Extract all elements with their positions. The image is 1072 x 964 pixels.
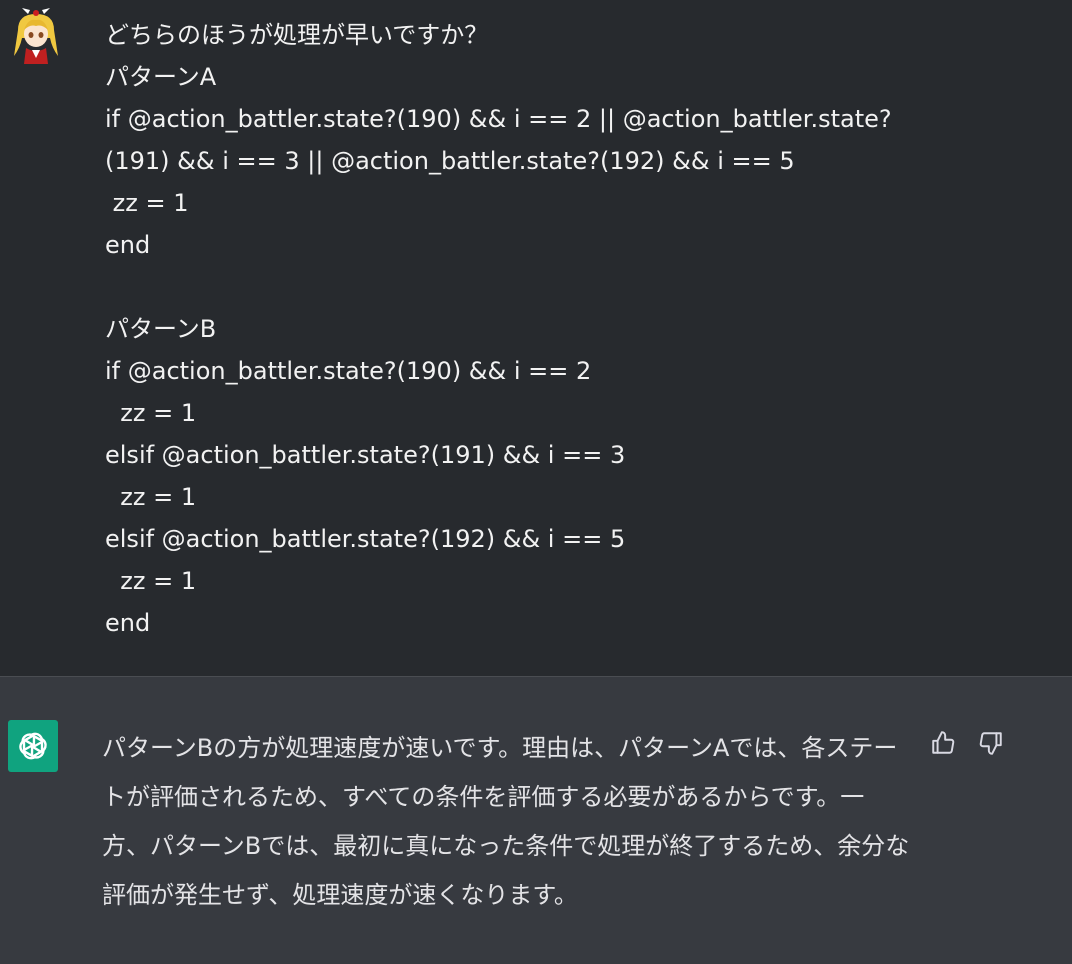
- user-avatar: [8, 8, 64, 64]
- user-message-line: パターンA: [105, 63, 217, 91]
- user-message-line: [105, 266, 1045, 308]
- assistant-message-text: パターンBの方が処理速度が速いです。理由は、パターンAでは、各ステートが評価され…: [102, 734, 910, 909]
- user-message-line: zz = 1: [105, 399, 197, 427]
- user-message-line: zz = 1: [105, 567, 197, 595]
- user-message-line: end: [105, 231, 151, 259]
- user-message-line: (191) && i == 3 || @action_battler.state…: [105, 147, 795, 175]
- user-message-line: if @action_battler.state?(190) && i == 2: [105, 357, 592, 385]
- thumbs-down-icon[interactable]: [976, 728, 1006, 758]
- user-message-line: zz = 1: [105, 483, 197, 511]
- user-message-text: どちらのほうが処理が早いですか？ パターンA if @action_battle…: [105, 14, 1045, 644]
- user-message-line: if @action_battler.state?(190) && i == 2…: [105, 105, 892, 133]
- thumbs-up-icon[interactable]: [928, 728, 958, 758]
- user-message-line: パターンB: [105, 315, 217, 343]
- user-message-line: elsif @action_battler.state?(191) && i =…: [105, 441, 626, 469]
- user-message-line: elsif @action_battler.state?(192) && i =…: [105, 525, 626, 553]
- user-message-line: end: [105, 609, 151, 637]
- user-message-line: どちらのほうが処理が早いですか？: [105, 21, 489, 49]
- user-message-line: zz = 1: [105, 189, 189, 217]
- openai-logo-icon: [8, 720, 58, 772]
